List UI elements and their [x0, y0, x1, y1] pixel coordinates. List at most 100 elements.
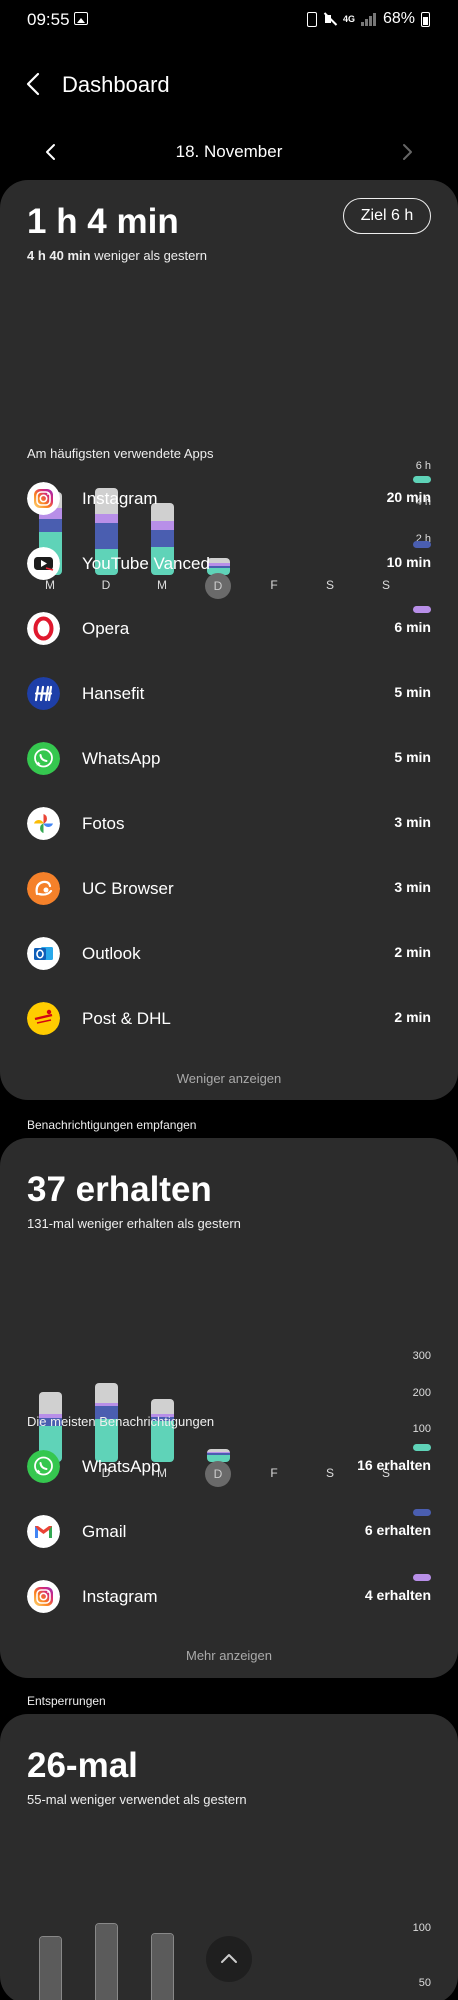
app-name: Instagram [82, 1587, 158, 1606]
app-header: Dashboard [0, 60, 458, 110]
gmail-icon [27, 1515, 60, 1548]
bar-segment [95, 1383, 118, 1403]
notifications-compare: 131-mal weniger erhalten als gestern [27, 1216, 241, 1231]
scroll-to-top-button[interactable] [206, 1936, 252, 1982]
app-usage: 2 min [394, 944, 431, 960]
goal-button[interactable]: Ziel 6 h [343, 198, 431, 234]
notification-count: 4 erhalten [364, 1587, 431, 1603]
outlook-icon [27, 937, 60, 970]
back-arrow-icon[interactable] [22, 71, 48, 97]
app-name: Outlook [82, 944, 141, 963]
bar-segment [96, 1923, 117, 2000]
notifications-apps-label: Die meisten Benachrichtigungen [27, 1414, 215, 1429]
notification-row-whatsapp[interactable]: WhatsApp 16 erhalten [0, 1435, 458, 1500]
chevron-up-icon [221, 1954, 237, 1963]
y-tick-label: 300 [412, 1350, 431, 1362]
notification-count: 16 erhalten [357, 1457, 431, 1473]
notifications-value: 37 erhalten [27, 1170, 212, 1209]
bar-2[interactable] [95, 1922, 118, 2000]
uc-browser-icon [27, 872, 60, 905]
mute-icon [323, 12, 337, 26]
app-name: WhatsApp [82, 1457, 161, 1476]
legend-pill [413, 476, 431, 483]
status-time: 09:55 [27, 10, 70, 29]
date-label: 18. November [175, 142, 283, 161]
bar-segment [152, 1934, 173, 2000]
network-type-label: 4G [342, 13, 355, 24]
app-usage: 5 min [394, 684, 431, 700]
show-more-button[interactable]: Mehr anzeigen [0, 1648, 458, 1663]
screen-time-value: 1 h 4 min [27, 202, 179, 241]
y-tick-label: 50 [418, 1977, 431, 1989]
app-row-uc-browser[interactable]: UC Browser 3 min [0, 857, 458, 922]
legend-pill [413, 1509, 431, 1516]
whatsapp-icon [27, 742, 60, 775]
signal-icon [360, 12, 377, 26]
notifications-section-label: Benachrichtigungen empfangen [27, 1118, 197, 1132]
battery-icon [421, 11, 430, 27]
post-dhl-icon [27, 1002, 60, 1035]
app-name: Post & DHL [82, 1009, 171, 1028]
y-tick-label: 100 [412, 1423, 431, 1435]
app-usage: 3 min [394, 879, 431, 895]
hansefit-icon [27, 677, 60, 710]
bar-segment [39, 1392, 62, 1414]
app-name: Fotos [82, 814, 125, 833]
unlocks-section-label: Entsperrungen [27, 1694, 106, 1708]
legend-pill [413, 606, 431, 613]
app-usage: 20 min [386, 489, 431, 505]
legend-pill [413, 1574, 431, 1581]
y-tick-label: 100 [412, 1922, 431, 1934]
opera-icon [27, 612, 60, 645]
legend-pill [413, 1444, 431, 1451]
page-title: Dashboard [62, 72, 170, 97]
app-row-whatsapp[interactable]: WhatsApp 5 min [0, 727, 458, 792]
legend-pill [413, 541, 431, 548]
app-name: UC Browser [82, 879, 174, 898]
app-name: Hansefit [82, 684, 145, 703]
apps-section-label: Am häufigsten verwendete Apps [27, 446, 214, 461]
app-row-outlook[interactable]: Outlook 2 min [0, 922, 458, 987]
whatsapp-icon [27, 1450, 60, 1483]
notification-row-gmail[interactable]: Gmail 6 erhalten [0, 1500, 458, 1565]
notification-count: 6 erhalten [364, 1522, 431, 1538]
app-usage: 5 min [394, 749, 431, 765]
gallery-notification-icon [74, 12, 88, 25]
instagram-icon [27, 482, 60, 515]
app-row-opera[interactable]: Opera 6 min [0, 597, 458, 662]
instagram-icon [27, 1580, 60, 1613]
youtube-vanced-icon [27, 547, 60, 580]
notifications-card: 37 erhalten 131-mal weniger erhalten als… [0, 1138, 458, 1678]
y-tick-label: 200 [412, 1387, 431, 1399]
bar-segment [40, 1936, 61, 2000]
bar-1[interactable] [39, 1935, 62, 2000]
screen-time-compare-amount: 4 h 40 min [27, 248, 91, 263]
notification-row-instagram[interactable]: Instagram 4 erhalten [0, 1565, 458, 1630]
app-name: WhatsApp [82, 749, 161, 768]
show-less-button[interactable]: Weniger anzeigen [0, 1071, 458, 1086]
app-usage: 3 min [394, 814, 431, 830]
next-day-icon[interactable] [396, 140, 418, 164]
app-name: Opera [82, 619, 130, 638]
bar-segment [151, 1399, 174, 1414]
app-name: Instagram [82, 489, 158, 508]
app-row-youtube-vanced[interactable]: YouTube Vanced 10 min [0, 532, 458, 597]
bar-3[interactable] [151, 1933, 174, 2000]
date-navigator: 18. November [0, 134, 458, 170]
unlocks-compare: 55-mal weniger verwendet als gestern [27, 1792, 247, 1807]
app-row-post-dhl[interactable]: Post & DHL 2 min [0, 987, 458, 1052]
app-row-hansefit[interactable]: Hansefit 5 min [0, 662, 458, 727]
screen-time-compare: 4 h 40 min weniger als gestern [27, 248, 207, 263]
app-name: YouTube Vanced [82, 554, 210, 573]
status-bar: 09:55 4G 68% [0, 0, 458, 40]
status-icons: 4G 68% [306, 10, 430, 28]
app-usage: 6 min [394, 619, 431, 635]
app-name: Gmail [82, 1522, 127, 1541]
fotos-icon [27, 807, 60, 840]
app-row-fotos[interactable]: Fotos 3 min [0, 792, 458, 857]
screen-time-compare-text: weniger als gestern [94, 248, 207, 263]
app-row-instagram[interactable]: Instagram 20 min [0, 467, 458, 532]
app-usage: 10 min [386, 554, 431, 570]
battery-percent: 68% [382, 10, 415, 27]
unlocks-value: 26-mal [27, 1746, 138, 1785]
